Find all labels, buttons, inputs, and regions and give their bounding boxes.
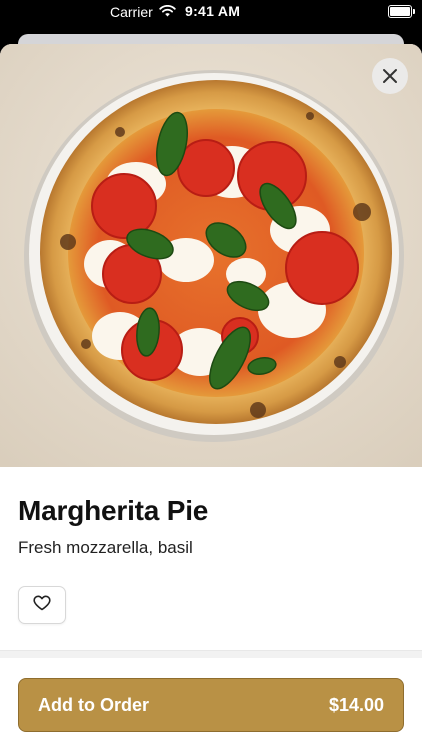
add-to-order-label: Add to Order xyxy=(38,694,149,715)
price-label: $14.00 xyxy=(328,694,384,715)
add-to-order-button[interactable]: Add to Order $14.00 xyxy=(18,678,404,732)
wifi-icon xyxy=(159,4,176,20)
product-image xyxy=(0,44,422,467)
status-bar: Carrier 9:41 AM xyxy=(0,0,422,26)
heart-outline-icon xyxy=(33,595,51,616)
battery-icon xyxy=(388,5,415,18)
product-title: Margherita Pie xyxy=(18,495,209,526)
product-sheet: Margherita Pie Fresh mozzarella, basil A… xyxy=(0,44,422,750)
status-time: 9:41 AM xyxy=(185,3,241,19)
status-left: Carrier xyxy=(110,4,176,20)
product-description: Fresh mozzarella, basil xyxy=(18,538,193,557)
close-icon xyxy=(382,68,398,84)
close-button[interactable] xyxy=(372,58,408,94)
favorite-button[interactable] xyxy=(18,586,66,624)
section-divider xyxy=(0,650,422,658)
carrier-label: Carrier xyxy=(110,4,153,20)
